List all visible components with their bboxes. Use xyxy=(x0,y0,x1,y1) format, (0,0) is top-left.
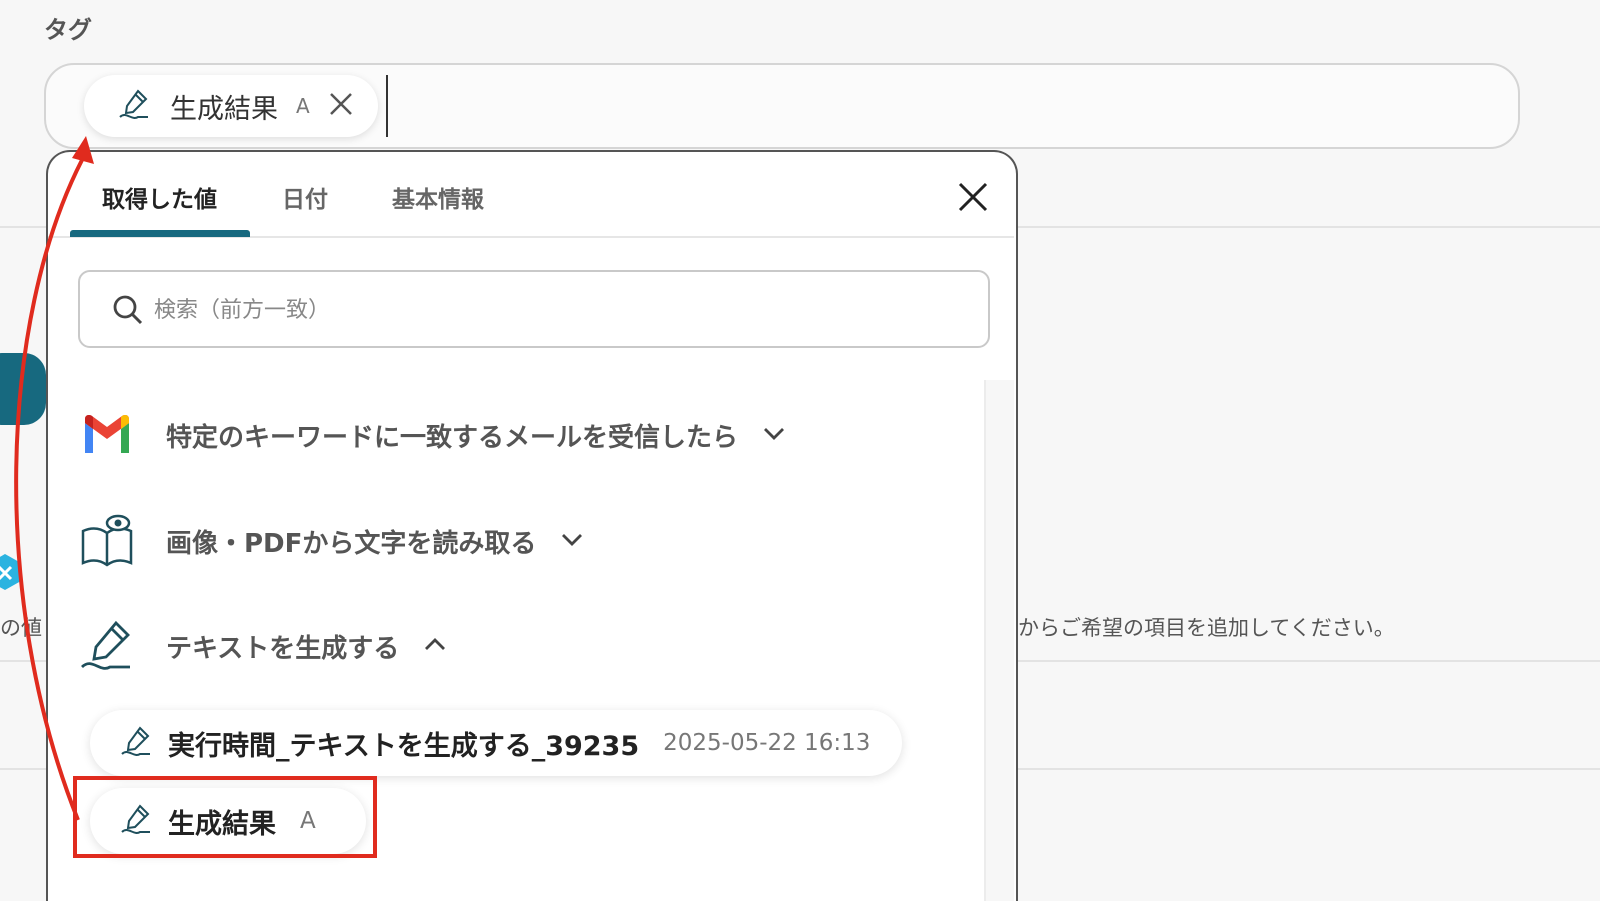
search-box xyxy=(78,270,990,348)
chevron-down-icon[interactable] xyxy=(762,425,786,445)
close-icon[interactable] xyxy=(956,180,990,214)
group-title: 画像・PDFから文字を読み取る xyxy=(166,528,537,559)
divider xyxy=(1018,660,1600,662)
tab-retrieved-values[interactable]: 取得した値 xyxy=(102,180,217,214)
tag-input-field[interactable]: 生成結果 A xyxy=(44,63,1520,149)
group-gmail-trigger[interactable]: 特定のキーワードに一致するメールを受信したら xyxy=(80,408,786,462)
group-title: 特定のキーワードに一致するメールを受信したら xyxy=(166,422,739,453)
group-title: テキストを生成する xyxy=(166,633,400,664)
value-item-label: 実行時間_テキストを生成する_39235 xyxy=(168,730,640,762)
ai-pen-icon xyxy=(118,87,152,125)
value-item-meta: 2025-05-22 16:13 xyxy=(663,730,871,756)
app-logo-icon xyxy=(0,552,24,596)
group-generate-text[interactable]: テキストを生成する xyxy=(80,619,447,673)
background-help-text: からご希望の項目を追加してください。 xyxy=(1018,616,1395,640)
search-icon xyxy=(112,294,144,330)
search-input[interactable] xyxy=(154,290,954,330)
chevron-up-icon[interactable] xyxy=(423,636,447,656)
divider xyxy=(1018,768,1600,770)
divider xyxy=(0,768,46,770)
primary-button-partial[interactable] xyxy=(0,353,46,425)
divider xyxy=(0,660,46,662)
text-caret xyxy=(386,75,388,137)
tag-chip-type: A xyxy=(296,94,310,118)
active-tab-indicator xyxy=(70,230,250,237)
annotation-highlight-box xyxy=(73,776,377,858)
background-text: の値 xyxy=(0,616,42,640)
chevron-down-icon[interactable] xyxy=(560,531,584,551)
ai-pen-icon xyxy=(120,724,154,762)
tag-chip-generation-result[interactable]: 生成結果 A xyxy=(84,75,378,137)
tab-date[interactable]: 日付 xyxy=(282,180,328,214)
gmail-icon xyxy=(80,408,134,462)
tab-bar: 取得した値 日付 基本情報 xyxy=(48,152,1014,238)
tag-label: タグ xyxy=(44,16,92,44)
close-icon[interactable] xyxy=(328,91,354,121)
scrollbar[interactable] xyxy=(984,380,1014,901)
tab-basic-info[interactable]: 基本情報 xyxy=(392,180,484,214)
ai-pen-icon xyxy=(80,619,134,673)
tag-chip-label: 生成結果 xyxy=(170,93,278,125)
ocr-book-icon xyxy=(80,514,134,568)
value-item-execution-time[interactable]: 実行時間_テキストを生成する_39235 2025-05-22 16:13 xyxy=(90,710,902,776)
group-ocr-action[interactable]: 画像・PDFから文字を読み取る xyxy=(80,514,584,568)
